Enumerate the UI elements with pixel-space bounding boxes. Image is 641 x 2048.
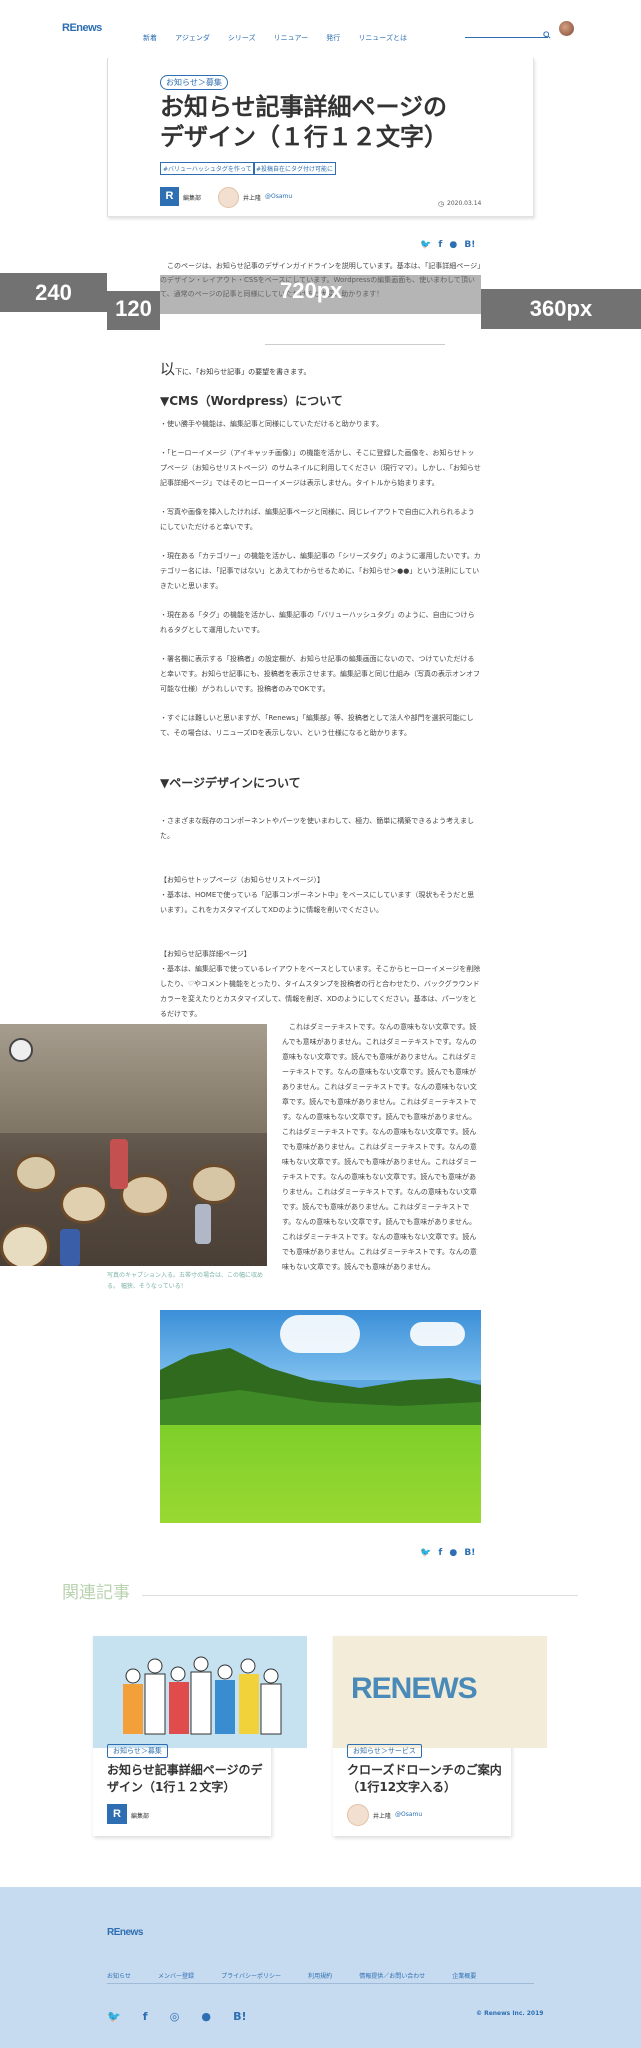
author-editor[interactable]: 編集部 [183, 193, 201, 202]
cms-para-6: ・署名欄に表示する「投稿者」の設定欄が、お知らせ記事の編集画面にないので、つけて… [160, 655, 481, 693]
author-name[interactable]: 井上隆 [243, 193, 261, 202]
nav-item-series[interactable]: シリーズ [228, 34, 256, 42]
guide-240: 240 [0, 273, 107, 312]
line-icon[interactable]: ● [201, 2010, 211, 2023]
facebook-icon[interactable]: f [143, 2010, 148, 2023]
twitter-icon[interactable]: 🐦 [420, 1548, 431, 1558]
related-card-1-category[interactable]: お知らせ＞募集 [107, 1744, 168, 1758]
search-icon[interactable] [543, 24, 551, 43]
article-title-line1: お知らせ記事詳細ページの [160, 93, 448, 121]
cms-para-4: ・現在ある「カテゴリー」の機能を活かし、編集記事の「シリーズタグ」のように運用し… [160, 552, 481, 590]
main-nav: 新着 アジェンダ シリーズ リニュアー 発行 リニューズとは [143, 25, 420, 44]
twitter-icon[interactable]: 🐦 [107, 2010, 121, 2023]
publish-date: 2020.03.14 [447, 200, 482, 207]
design-para-2: 【お知らせトップページ（お知らせリストページ）】 ・基本は、HOMEで使っている… [160, 876, 475, 914]
nav-item-about[interactable]: リニューズとは [358, 34, 407, 42]
hatena-bookmark-icon[interactable]: B! [464, 240, 475, 250]
copyright: © Renews Inc. 2019 [476, 2010, 544, 2017]
article-title-line2: デザイン（１行１２文字） [160, 123, 448, 151]
search-input[interactable] [465, 36, 548, 38]
section-design-heading: ▼ページデザインについて [160, 776, 301, 790]
facebook-icon[interactable]: f [438, 240, 442, 250]
cms-para-2: ・「ヒーローイメージ（アイキャッチ画像）」の機能を活かし、そこに登録した画像を、… [160, 449, 481, 487]
related-heading-rule [142, 1595, 578, 1596]
footer-link-terms[interactable]: 利用規約 [308, 1973, 332, 1980]
line-icon[interactable]: ● [449, 240, 457, 250]
related-heading: 関連記事 [62, 1583, 130, 1603]
category-chip[interactable]: お知らせ＞募集 [160, 75, 228, 90]
line-icon[interactable]: ● [449, 1548, 457, 1558]
share-row-top: 🐦 f ● B! [420, 240, 475, 250]
footer-divider [107, 1983, 534, 1984]
nav-item-publish[interactable]: 発行 [326, 34, 340, 42]
author-avatar [347, 1804, 369, 1826]
related-card-1-image [93, 1636, 307, 1748]
lead-initial: 以 [160, 360, 176, 378]
footer-logo[interactable]: REnews [107, 1927, 143, 1938]
section-cms-body: ・使い勝手や機能は、編集記事と同様にしていただけると助かります。 ・「ヒーローイ… [160, 417, 481, 755]
footer-link-register[interactable]: メンバー登録 [158, 1973, 194, 1980]
facebook-icon[interactable]: f [438, 1548, 442, 1558]
site-logo[interactable]: REnews [62, 22, 102, 34]
related-card-2[interactable]: RENEWS お知らせ＞サービス クローズドローンチのご案内（1行12文字入る）… [333, 1636, 547, 1836]
guide-360: 360px [481, 289, 641, 329]
dummy-text-block: これはダミーテキストです。なんの意味もない文章です。読んでも意味がありません。こ… [282, 1023, 477, 1271]
hatena-bookmark-icon[interactable]: B! [233, 2010, 246, 2023]
guide-720: 720px [280, 278, 343, 303]
section-cms-heading: ▼CMS（Wordpress）について [160, 394, 343, 408]
cms-para-5: ・現在ある「タグ」の機能を活かし、編集記事の「バリューハッシュタグ」のように、自… [160, 611, 475, 634]
nav-item-agenda[interactable]: アジェンダ [175, 34, 210, 42]
related-card-2-title[interactable]: クローズドローンチのご案内（1行12文字入る） [347, 1762, 507, 1796]
hatena-bookmark-icon[interactable]: B! [464, 1548, 475, 1558]
nav-item-new[interactable]: 新着 [143, 34, 157, 42]
hashtag-1[interactable]: #バリューハッシュタグを作って [160, 162, 255, 175]
author-handle[interactable]: @Osamu [265, 193, 292, 200]
footer-links: お知らせ メンバー登録 プライバシーポリシー 利用規約 情報提供／お問い合わせ … [107, 1963, 498, 1982]
footer-link-contact[interactable]: 情報提供／お問い合わせ [359, 1973, 425, 1980]
related-card-2-image: RENEWS [333, 1636, 547, 1748]
instagram-icon[interactable]: ◎ [170, 2010, 180, 2023]
related-card-1-title[interactable]: お知らせ記事詳細ページのデザイン（1行１２文字） [107, 1762, 267, 1796]
share-row-bottom: 🐦 f ● B! [420, 1548, 475, 1558]
editor-logo-icon: R [160, 187, 179, 206]
cms-para-3: ・写真や画像を挿入したければ、編集記事ページと同様に、同じレイアウトで自由に入れ… [160, 508, 475, 531]
design-para-1: ・さまざまな既存のコンポーネントやパーツを使いまわして、極力、簡単に構築できるよ… [160, 817, 475, 840]
footer-link-privacy[interactable]: プライバシーポリシー [221, 1973, 281, 1980]
footer-link-news[interactable]: お知らせ [107, 1973, 131, 1980]
cms-para-7: ・すぐには難しいと思いますが、「Renews」「編集部」等、投稿者として法人や部… [160, 714, 474, 737]
related-card-1-author[interactable]: 編集部 [131, 1811, 149, 1820]
cms-para-1: ・使い勝手や機能は、編集記事と同様にしていただけると助かります。 [160, 420, 384, 428]
related-card-2-author[interactable]: 井上隆 [373, 1811, 391, 1820]
divider [265, 344, 445, 345]
clock-icon: ◷ [438, 200, 445, 208]
footer-social-icons: 🐦 f ◎ ● B! [107, 2005, 264, 2024]
guide-120: 120 [107, 291, 160, 330]
twitter-icon[interactable]: 🐦 [420, 240, 431, 250]
related-card-1[interactable]: お知らせ＞募集 お知らせ記事詳細ページのデザイン（1行１２文字） R 編集部 [93, 1636, 307, 1836]
nav-item-renewer[interactable]: リニュアー [274, 34, 308, 42]
design-para-3: 【お知らせ記事詳細ページ】 ・基本は、編集記事で使っているレイアウトをベースとし… [160, 950, 481, 1018]
article-title: お知らせ記事詳細ページの デザイン（１行１２文字） [160, 92, 490, 152]
related-card-2-handle[interactable]: @Osamu [395, 1811, 422, 1818]
lead-text: 下に、「お知らせ記事」の要望を書きます。 [175, 368, 311, 376]
related-card-2-category[interactable]: お知らせ＞サービス [347, 1744, 422, 1758]
photo-caption: 写真のキャプション入る。五帯寸の場合は、この幅に収める。 幅狭、そうなっている！ [107, 1272, 264, 1290]
author-avatar [218, 187, 239, 208]
hashtag-2[interactable]: #投稿自在にタグ付け可能に [253, 162, 337, 175]
user-avatar[interactable] [559, 21, 574, 36]
editor-logo-icon: R [107, 1804, 127, 1824]
footer-link-company[interactable]: 企業概要 [452, 1973, 476, 1980]
article-photo-classroom [0, 1024, 267, 1266]
renews-banner-logo: RENEWS [351, 1672, 478, 1705]
article-photo-landscape [160, 1310, 481, 1523]
lead-line: 以下に、「お知らせ記事」の要望を書きます。 [160, 358, 310, 379]
header-card-left-rule [107, 58, 108, 216]
